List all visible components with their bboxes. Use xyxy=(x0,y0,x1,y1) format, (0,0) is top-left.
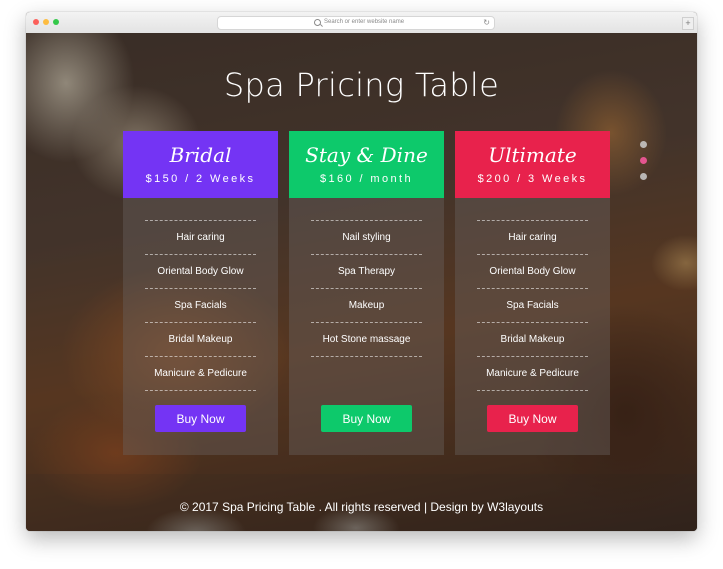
feature-item: Spa Facials xyxy=(145,289,256,323)
feature-item: Oriental Body Glow xyxy=(145,255,256,289)
plan-price: $200 / 3 Weeks xyxy=(477,173,588,185)
feature-item: Hair caring xyxy=(477,221,588,255)
search-icon xyxy=(314,19,321,26)
close-window-icon[interactable] xyxy=(33,19,39,25)
feature-item: Hair caring xyxy=(145,221,256,255)
plan-name: Bridal xyxy=(169,143,232,167)
page-viewport: Spa Pricing Table Bridal $150 / 2 Weeks … xyxy=(26,33,697,531)
slider-dot[interactable] xyxy=(640,157,647,164)
reload-icon[interactable]: ↻ xyxy=(483,18,490,28)
feature-list: Hair caring Oriental Body Glow Spa Facia… xyxy=(477,220,588,391)
plan-price: $150 / 2 Weeks xyxy=(145,173,256,185)
plan-name: Stay & Dine xyxy=(305,143,428,167)
feature-item: Hot Stone massage xyxy=(311,323,422,357)
buy-now-button[interactable]: Buy Now xyxy=(155,405,246,432)
slider-pagination xyxy=(640,141,650,189)
browser-window: Search or enter website name ↻ + Spa Pri… xyxy=(26,12,697,531)
plan-card-stay-dine: Stay & Dine $160 / month Nail styling Sp… xyxy=(289,131,444,455)
feature-item: Manicure & Pedicure xyxy=(477,357,588,391)
feature-item: Bridal Makeup xyxy=(477,323,588,357)
plan-card-ultimate: Ultimate $200 / 3 Weeks Hair caring Orie… xyxy=(455,131,610,455)
page-title: Spa Pricing Table xyxy=(223,66,500,104)
slider-dot[interactable] xyxy=(640,141,647,148)
plan-header: Stay & Dine $160 / month xyxy=(289,131,444,198)
footer-copyright: © 2017 Spa Pricing Table . All rights re… xyxy=(179,500,544,514)
browser-titlebar: Search or enter website name ↻ + xyxy=(26,12,697,34)
feature-item: Spa Facials xyxy=(477,289,588,323)
feature-item: Spa Therapy xyxy=(311,255,422,289)
plan-price: $160 / month xyxy=(319,173,413,185)
feature-list: Nail styling Spa Therapy Makeup Hot Ston… xyxy=(311,220,422,357)
plan-header: Ultimate $200 / 3 Weeks xyxy=(455,131,610,198)
address-bar-placeholder: Search or enter website name xyxy=(324,19,405,25)
plan-header: Bridal $150 / 2 Weeks xyxy=(123,131,278,198)
address-bar[interactable]: Search or enter website name ↻ xyxy=(218,17,494,29)
feature-item: Oriental Body Glow xyxy=(477,255,588,289)
buy-now-button[interactable]: Buy Now xyxy=(321,405,412,432)
new-tab-button[interactable]: + xyxy=(682,17,694,30)
slider-dot[interactable] xyxy=(640,173,647,180)
feature-item: Bridal Makeup xyxy=(145,323,256,357)
plan-name: Ultimate xyxy=(488,143,577,167)
zoom-window-icon[interactable] xyxy=(53,19,59,25)
buy-now-button[interactable]: Buy Now xyxy=(487,405,578,432)
plan-card-bridal: Bridal $150 / 2 Weeks Hair caring Orient… xyxy=(123,131,278,455)
minimize-window-icon[interactable] xyxy=(43,19,49,25)
feature-item: Manicure & Pedicure xyxy=(145,357,256,391)
feature-item: Makeup xyxy=(311,289,422,323)
feature-item: Nail styling xyxy=(311,221,422,255)
feature-list: Hair caring Oriental Body Glow Spa Facia… xyxy=(145,220,256,391)
